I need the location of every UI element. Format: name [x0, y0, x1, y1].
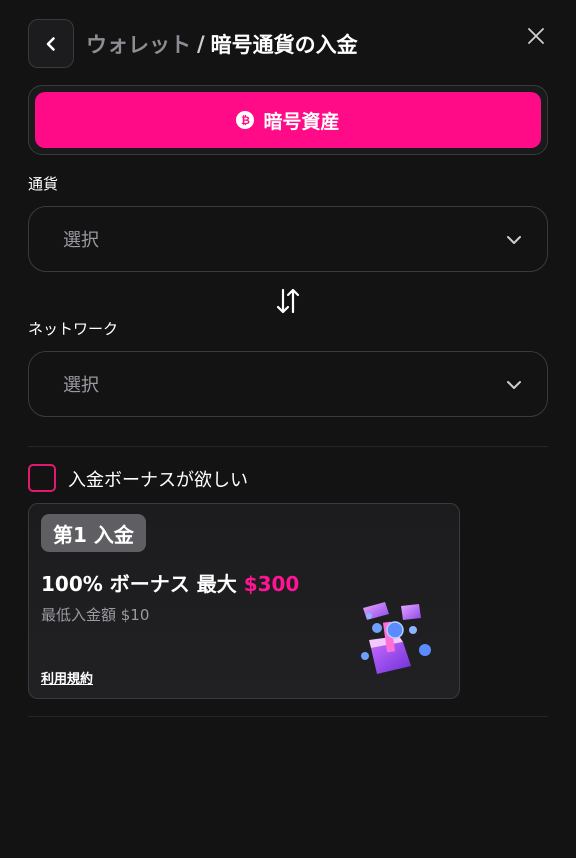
network-select-value: 選択 — [63, 375, 99, 396]
deposit-type-tabs: ₿ 暗号資産 — [28, 85, 548, 155]
chevron-left-icon — [46, 36, 55, 51]
back-button[interactable] — [28, 19, 74, 68]
currency-select-value: 選択 — [63, 230, 99, 251]
bitcoin-icon: ₿ — [236, 111, 255, 129]
bonus-headline-text: 100% ボーナス 最大 — [41, 572, 237, 596]
breadcrumb-separator: / — [197, 32, 205, 56]
bonus-min-deposit: 最低入金額 $10 — [41, 606, 150, 624]
bonus-amount: $300 — [243, 572, 300, 596]
bonus-card: 第1 入金 100% ボーナス 最大 $300 最低入金額 $10 利用規約 — [28, 503, 460, 699]
tab-label: 暗号資産 — [263, 110, 340, 133]
breadcrumb: ウォレット / 暗号通貨の入金 — [86, 28, 358, 60]
bonus-checkbox[interactable] — [28, 464, 56, 492]
deposit-page: ウォレット / 暗号通貨の入金 ₿ 暗号資産 通貨 選択 ネットワーク 選択 入… — [0, 0, 576, 858]
close-button[interactable] — [522, 22, 550, 50]
close-icon — [528, 28, 544, 44]
gift-box-icon — [361, 602, 431, 674]
network-label: ネットワーク — [28, 320, 119, 338]
terms-link[interactable]: 利用規約 — [41, 668, 93, 687]
page-title: 暗号通貨の入金 — [210, 33, 358, 57]
chevron-down-icon — [507, 236, 521, 244]
currency-select[interactable]: 選択 — [28, 206, 548, 272]
chevron-down-icon — [507, 381, 521, 389]
divider — [28, 716, 548, 717]
divider — [28, 446, 548, 447]
bonus-checkbox-label[interactable]: 入金ボーナスが欲しい — [68, 466, 248, 492]
bonus-headline: 100% ボーナス 最大 $300 — [41, 568, 299, 597]
swap-icon[interactable] — [275, 286, 301, 316]
breadcrumb-wallet-link[interactable]: ウォレット — [86, 29, 191, 59]
network-select[interactable]: 選択 — [28, 351, 548, 417]
tab-crypto-assets[interactable]: ₿ 暗号資産 — [35, 92, 541, 148]
currency-label: 通貨 — [28, 175, 59, 193]
bonus-badge: 第1 入金 — [41, 514, 146, 552]
